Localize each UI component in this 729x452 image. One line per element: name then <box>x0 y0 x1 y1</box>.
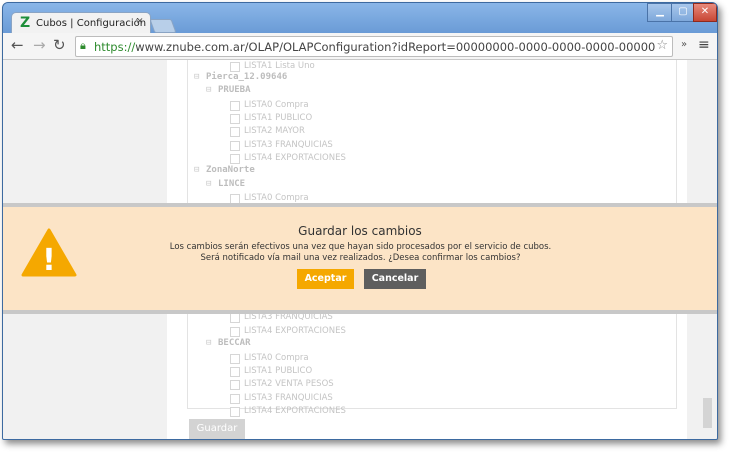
tree-checkbox[interactable] <box>230 380 240 390</box>
browser-window: Z Cubos | Configuración ✕ ▁ ▢ ✕ ← → ↻ 🔒︎… <box>2 2 718 440</box>
tree-collapse-icon[interactable]: ⊟ <box>206 338 211 348</box>
tree-checkbox[interactable] <box>230 407 240 417</box>
dialog-title: Guardar los cambios <box>298 224 422 238</box>
bookmark-star-icon[interactable]: ☆ <box>656 38 668 53</box>
tree-checkbox[interactable] <box>230 101 240 111</box>
tab-title: Cubos | Configuración <box>36 18 147 29</box>
maximize-button[interactable]: ▢ <box>671 3 695 22</box>
tree-item-label: LISTA2 MAYOR <box>244 126 305 136</box>
tree-collapse-icon[interactable]: ⊟ <box>194 72 199 82</box>
tree-item-label: LISTA0 Compra <box>244 193 309 203</box>
tree-checkbox[interactable] <box>230 367 240 377</box>
tree-item-label: LISTA2 VENTA PESOS <box>244 379 334 389</box>
tree-collapse-icon[interactable]: ⊟ <box>206 179 211 189</box>
tree-subgroup-label: BECCAR <box>218 338 251 348</box>
new-tab-button[interactable] <box>149 19 177 33</box>
extensions-overflow-icon[interactable]: » <box>681 39 687 50</box>
reload-icon[interactable]: ↻ <box>53 36 66 54</box>
dialog-message: Los cambios serán efectivos una vez que … <box>169 242 552 263</box>
tree-item-label: LISTA0 Compra <box>244 353 309 363</box>
tab-cubos-configuracion[interactable]: Z Cubos | Configuración ✕ <box>11 12 151 35</box>
cancel-button[interactable]: Cancelar <box>364 269 426 289</box>
tree-checkbox[interactable] <box>230 154 240 164</box>
forward-arrow-icon[interactable]: → <box>33 36 46 54</box>
tree-checkbox[interactable] <box>230 394 240 404</box>
tree-checkbox[interactable] <box>230 62 240 72</box>
tree-item-label: LISTA1 PUBLICO <box>244 113 313 123</box>
tree-item-label: LISTA0 Compra <box>244 100 309 110</box>
lock-icon: 🔒︎ <box>80 39 86 52</box>
tree-checkbox[interactable] <box>230 141 240 151</box>
url-text[interactable]: https://www.znube.com.ar/OLAP/OLAPConfig… <box>94 40 656 54</box>
guardar-button[interactable]: Guardar <box>189 419 245 439</box>
tree-group-label: ZonaNorte <box>206 165 255 175</box>
menu-icon[interactable]: ≡ <box>698 37 710 53</box>
confirm-dialog: ! Guardar los cambios Los cambios serán … <box>3 203 717 314</box>
page-viewport: LISTA1 Lista Uno ⊟ Pierca_12.09646 ⊟ PRUEBA L… <box>3 60 717 439</box>
minimize-button[interactable]: ▁ <box>647 3 673 22</box>
tree-checkbox[interactable] <box>230 354 240 364</box>
address-bar[interactable]: 🔒︎ https://www.znube.com.ar/OLAP/OLAPCon… <box>75 36 673 57</box>
warning-glyph: ! <box>42 243 56 278</box>
tree-checkbox[interactable] <box>230 114 240 124</box>
back-arrow-icon[interactable]: ← <box>11 36 24 54</box>
tree-item-label: LISTA3 FRANQUICIAS <box>244 140 333 150</box>
close-window-button[interactable]: ✕ <box>693 3 717 22</box>
tree-group-label: Pierca_12.09646 <box>206 72 288 82</box>
tree-checkbox[interactable] <box>230 327 240 337</box>
tree-collapse-icon[interactable]: ⊟ <box>206 85 211 95</box>
tree-item-label: LISTA3 FRANQUICIAS <box>244 393 333 403</box>
tree-item-label: LISTA4 EXPORTACIONES <box>244 153 346 163</box>
tree-item-label: LISTA1 PUBLICO <box>244 366 313 376</box>
tree-subgroup-label: LINCE <box>218 179 246 189</box>
tree-checkbox[interactable] <box>230 313 240 323</box>
tree-item-label: LISTA4 EXPORTACIONES <box>244 326 346 336</box>
tree-checkbox[interactable] <box>230 127 240 137</box>
title-bar: Z Cubos | Configuración ✕ ▁ ▢ ✕ <box>3 3 717 35</box>
browser-toolbar: ← → ↻ 🔒︎ https://www.znube.com.ar/OLAP/O… <box>3 33 717 60</box>
tree-item-label: LISTA4 EXPORTACIONES <box>244 406 346 416</box>
tab-close-icon[interactable]: ✕ <box>136 17 144 27</box>
accept-button[interactable]: Aceptar <box>297 269 354 289</box>
scrollbar-thumb[interactable] <box>703 398 712 428</box>
url-rest: www.znube.com.ar/OLAP/OLAPConfiguration?… <box>135 40 656 54</box>
tree-subgroup-label: PRUEBA <box>218 85 251 95</box>
znube-favicon-icon: Z <box>20 15 31 31</box>
tree-collapse-icon[interactable]: ⊟ <box>194 165 199 175</box>
tree-item-label: LISTA1 Lista Uno <box>244 61 315 71</box>
url-scheme: https:// <box>94 40 136 54</box>
